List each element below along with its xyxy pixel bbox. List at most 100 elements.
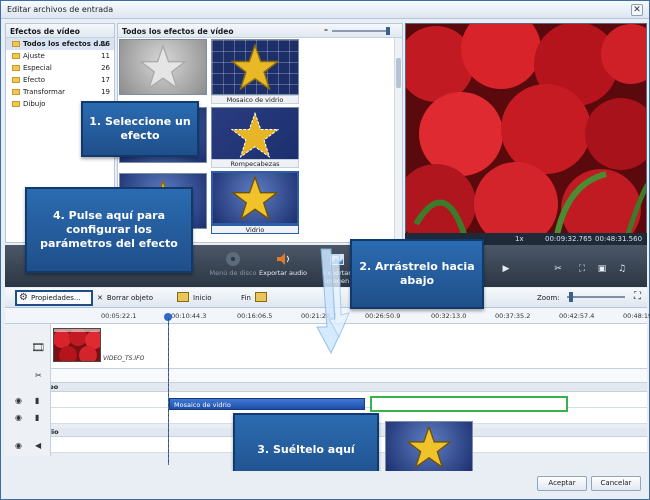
- drag-arrow-icon: [316, 248, 350, 355]
- star-icon: [140, 45, 186, 89]
- film-start-icon: [177, 292, 189, 302]
- dialog-footer: Aceptar Cancelar: [5, 471, 647, 497]
- end-label: Fin: [241, 294, 251, 302]
- film-strip-icon: 🎞: [31, 341, 45, 354]
- visibility-icon[interactable]: ◉: [15, 441, 22, 450]
- effect-tile-gray-star[interactable]: [119, 39, 207, 95]
- menu-disco-label: Menú de disco: [209, 269, 257, 277]
- category-item-transformar[interactable]: Transformar 19: [6, 86, 114, 98]
- tulips-clip-image: [54, 329, 100, 361]
- callout-step-4: 4. Pulse aquí para configurar los paráme…: [25, 187, 193, 273]
- film-end-icon: [254, 292, 267, 302]
- slider-knob[interactable]: [386, 27, 390, 35]
- category-label: Especial: [23, 64, 52, 72]
- cancel-button[interactable]: Cancelar: [591, 476, 641, 491]
- effect-tile-rompecabezas[interactable]: [211, 107, 299, 163]
- folder-icon: [12, 65, 20, 71]
- video-preview: [405, 23, 647, 239]
- export-audio-label: Exportar audio: [258, 269, 307, 277]
- ruler-tick: 00:26:50.9: [365, 312, 401, 320]
- slider-knob[interactable]: [569, 292, 573, 302]
- zoom-minus-icon: –: [324, 25, 328, 34]
- current-time: 00:09:32.765: [545, 235, 593, 243]
- window-title: Editar archivos de entrada: [7, 5, 114, 14]
- effect-tile-vidrio[interactable]: [211, 171, 299, 225]
- volume-icon[interactable]: ♫: [617, 264, 627, 274]
- delete-label: Borrar objeto: [106, 294, 153, 302]
- edit-input-files-window: Editar archivos de entrada ✕ Efectos de …: [0, 0, 650, 500]
- lock-icon[interactable]: ▮: [35, 413, 39, 422]
- category-item-ajuste[interactable]: Ajuste 11: [6, 50, 114, 62]
- play-icon[interactable]: ▶: [501, 264, 511, 274]
- category-item-efecto[interactable]: Efecto 17: [6, 74, 114, 86]
- visibility-icon[interactable]: ◉: [15, 396, 22, 405]
- category-item-all[interactable]: Todos los efectos d... 86: [6, 38, 114, 50]
- category-label: Efecto: [23, 76, 46, 84]
- tulips-preview-image: [406, 24, 646, 238]
- lock-icon[interactable]: ▮: [35, 396, 39, 405]
- timeline-zoom-slider[interactable]: [567, 292, 625, 302]
- scissors-icon[interactable]: ✂: [35, 371, 42, 380]
- visibility-icon[interactable]: ◉: [15, 413, 22, 422]
- slider-track: [332, 30, 388, 32]
- disc-icon: [226, 252, 240, 266]
- playback-speed: 1x: [515, 235, 524, 243]
- ruler-tick: 00:32:13.0: [431, 312, 467, 320]
- delete-icon: ✕: [97, 294, 103, 302]
- fit-icon[interactable]: ⛶: [634, 291, 641, 305]
- effect-drop-zone[interactable]: [370, 396, 568, 412]
- star-icon: [231, 44, 279, 90]
- close-button[interactable]: ✕: [631, 4, 643, 16]
- audio-mute-icon[interactable]: ◀: [35, 441, 41, 450]
- properties-button[interactable]: ⚙ Propiedades...: [15, 290, 93, 306]
- category-count: 17: [101, 76, 110, 84]
- delete-object-button[interactable]: ✕ Borrar objeto: [97, 292, 153, 306]
- folder-icon: [12, 41, 20, 47]
- category-count: 26: [101, 64, 110, 72]
- category-count: 11: [101, 52, 110, 60]
- folder-icon: [12, 53, 20, 59]
- category-label: Todos los efectos d...: [23, 40, 107, 48]
- category-item-especial[interactable]: Especial 26: [6, 62, 114, 74]
- scrollbar-thumb[interactable]: [396, 58, 401, 88]
- folder-icon: [12, 89, 20, 95]
- ruler-tick: 00:42:57.4: [559, 312, 595, 320]
- category-label: Dibujo: [23, 100, 46, 108]
- effects-scrollbar[interactable]: [394, 38, 402, 242]
- effect-tile-mosaico-vidrio[interactable]: [211, 39, 299, 95]
- ruler-tick: 00:48:19: [623, 312, 650, 320]
- start-marker-button[interactable]: Inicio: [177, 292, 212, 306]
- callout-step-2: 2. Arrástrelo hacia abajo: [350, 239, 484, 309]
- ruler-tick: 00:37:35.2: [495, 312, 531, 320]
- title-bar: Editar archivos de entrada ✕: [1, 1, 649, 19]
- clip-filename: VIDEO_TS.IFO: [103, 355, 145, 362]
- snapshot-icon[interactable]: ▣: [597, 264, 607, 274]
- star-icon: [407, 426, 451, 468]
- accept-button[interactable]: Aceptar: [537, 476, 587, 491]
- thumbnail-size-slider[interactable]: –: [324, 25, 396, 35]
- properties-label: Propiedades...: [31, 294, 81, 302]
- category-panel-header: Efectos de vídeo: [6, 24, 114, 38]
- total-time: 00:48:31.560: [595, 235, 643, 243]
- category-count: 19: [101, 88, 110, 96]
- video-effects-section: Efectos vídeo: [5, 383, 647, 392]
- zoom-label: Zoom:: [537, 294, 560, 302]
- menu-disco-button[interactable]: Menú de disco: [205, 249, 261, 283]
- effects-panel-header: Todos los efectos de vídeo –: [118, 24, 402, 38]
- effect-caption: Mosaico de vidrio: [211, 95, 299, 104]
- crop-icon[interactable]: ✂: [553, 264, 563, 274]
- category-label: Ajuste: [23, 52, 45, 60]
- folder-icon: [12, 77, 20, 83]
- end-marker-button[interactable]: Fin: [241, 292, 271, 306]
- audio-track[interactable]: [5, 369, 647, 383]
- video-clip-thumbnail[interactable]: [53, 328, 101, 362]
- speaker-icon: [277, 253, 289, 265]
- slider-track: [567, 296, 625, 298]
- folder-icon: [12, 101, 20, 107]
- star-icon: [232, 176, 278, 220]
- fullscreen-icon[interactable]: ⛶: [577, 264, 587, 274]
- effect-clip-mosaico[interactable]: Mosaico de vidrio: [169, 398, 365, 410]
- gear-icon: ⚙: [19, 292, 28, 303]
- callout-step-1: 1. Seleccione un efecto: [81, 101, 199, 157]
- effect-caption: Rompecabezas: [211, 159, 299, 168]
